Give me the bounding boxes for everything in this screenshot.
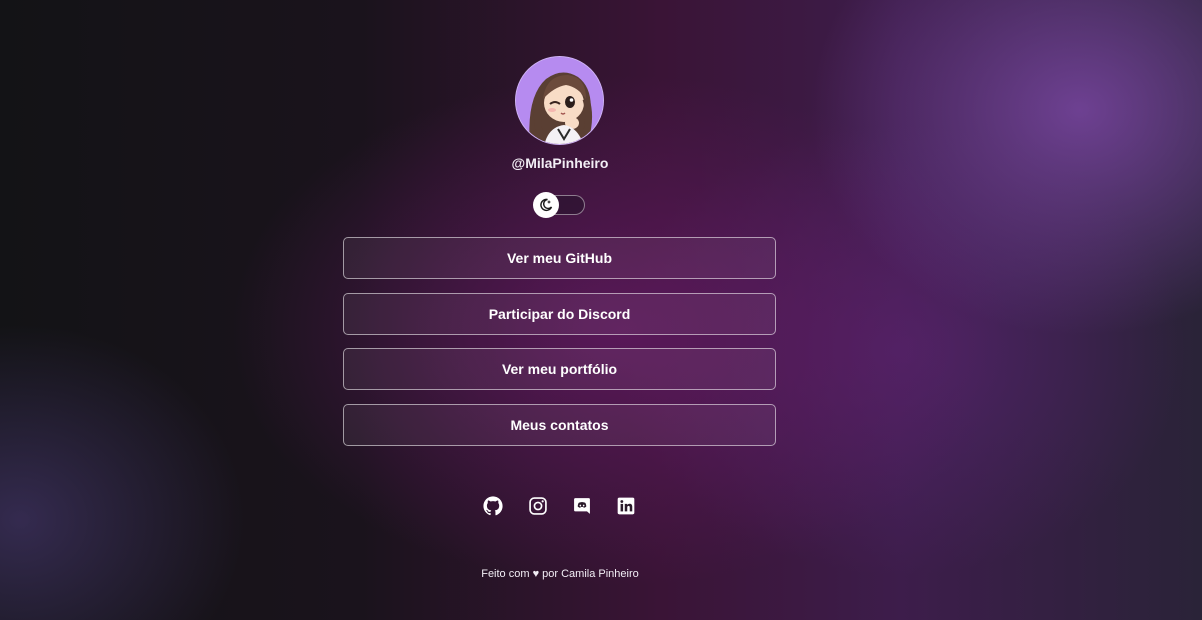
profile-avatar [515,56,604,145]
github-link-label: Ver meu GitHub [506,250,613,266]
social-icons [482,496,642,518]
discord-link-button[interactable]: Participar do Discord [343,292,776,335]
link-list: Ver meu GitHub Participar do Discord Ver… [343,237,776,459]
linkedin-icon[interactable] [616,496,636,516]
portfolio-link-label: Ver meu portfólio [501,361,618,377]
portfolio-link-button[interactable]: Ver meu portfólio [343,348,776,390]
github-link-button[interactable]: Ver meu GitHub [343,237,776,279]
instagram-icon[interactable] [528,496,548,516]
github-icon[interactable] [483,496,503,516]
contacts-link-button[interactable]: Meus contatos [343,403,776,446]
discord-icon[interactable] [572,496,592,516]
discord-link-label: Participar do Discord [488,305,631,322]
footer-credit: Feito com ♥ por Camila Pinheiro [481,568,639,580]
contacts-link-label: Meus contatos [510,416,609,433]
page: @MilaPinheiro Ver meu GitHub Participar … [0,0,1202,620]
moon-icon [533,192,559,218]
theme-toggle[interactable] [533,192,585,218]
profile-username: @MilaPinheiro [511,155,609,171]
